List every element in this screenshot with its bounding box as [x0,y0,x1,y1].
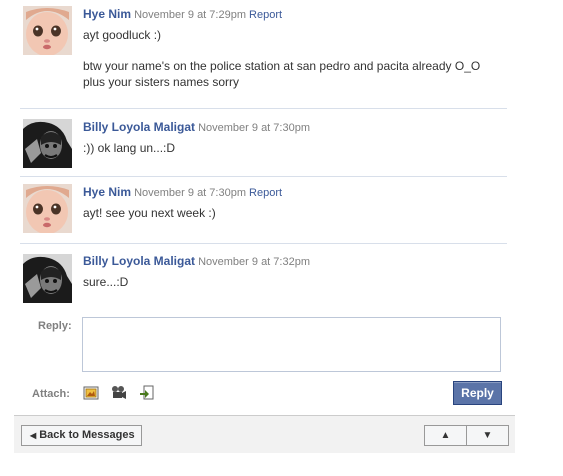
avatar[interactable] [23,184,72,233]
timestamp: November 9 at 7:30pm [198,122,310,134]
reply-label: Reply: [38,320,72,332]
bw-portrait-icon [23,254,72,303]
report-link[interactable]: Report [249,187,282,199]
message-text: :)) ok lang un...:D [83,141,176,155]
message-item: Billy Loyola Maligat November 9 at 7:32p… [20,244,507,310]
baby-photo-icon [23,6,72,55]
report-link[interactable]: Report [249,9,282,21]
footer-bar: ◀ Back to Messages ▲ ▼ [14,415,515,453]
message-item: Billy Loyola Maligat November 9 at 7:30p… [20,109,507,177]
reply-textarea[interactable] [82,317,501,372]
timestamp: November 9 at 7:30pm [134,187,246,199]
avatar[interactable] [23,254,72,303]
chevron-left-icon: ◀ [30,431,37,440]
arrow-up-icon: ▲ [440,430,451,441]
photo-icon[interactable] [83,385,99,401]
avatar[interactable] [23,6,72,55]
previous-message-button[interactable]: ▲ [424,425,467,446]
link-icon[interactable] [139,385,155,401]
back-button-label: Back to Messages [39,429,135,441]
author-name[interactable]: Hye Nim [83,7,131,21]
timestamp: November 9 at 7:32pm [198,256,310,268]
next-message-button[interactable]: ▼ [466,425,509,446]
bw-portrait-icon [23,119,72,168]
baby-photo-icon [23,184,72,233]
back-to-messages-button[interactable]: ◀ Back to Messages [21,425,142,446]
message-text: ayt! see you next week :) [83,206,216,220]
attach-label: Attach: [32,388,70,400]
arrow-down-icon: ▼ [482,430,493,441]
reply-button[interactable]: Reply [453,381,502,405]
author-name[interactable]: Hye Nim [83,185,131,199]
message-item: Hye Nim November 9 at 7:29pm Report ayt … [20,0,507,109]
message-text: sure...:D [83,275,129,289]
message-text: btw your name's on the police station at… [83,59,481,89]
message-item: Hye Nim November 9 at 7:30pm Report ayt!… [20,177,507,244]
timestamp: November 9 at 7:29pm [134,9,246,21]
message-thread: Hye Nim November 9 at 7:29pm Report ayt … [20,0,507,310]
author-name[interactable]: Billy Loyola Maligat [83,254,195,268]
video-icon[interactable] [111,385,127,401]
message-text: ayt goodluck :) [83,28,162,42]
author-name[interactable]: Billy Loyola Maligat [83,120,195,134]
avatar[interactable] [23,119,72,168]
